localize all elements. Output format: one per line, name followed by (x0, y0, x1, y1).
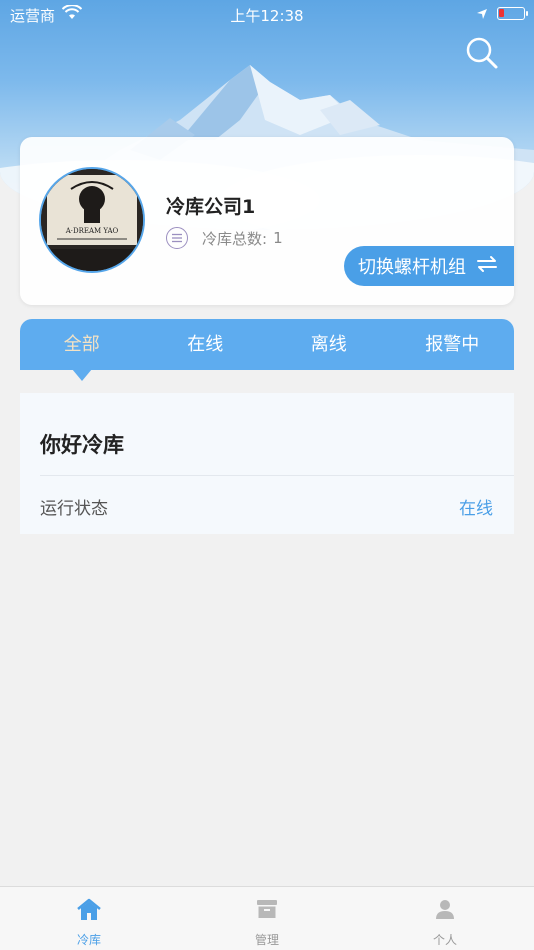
location-icon (476, 6, 488, 24)
bottom-tab-bar: 冷库 管理 个人 (0, 886, 534, 950)
storage-count-label: 冷库总数: (202, 229, 268, 248)
company-card: A·DREAM YAO 冷库公司1 冷库总数: 1 切换螺杆机组 (20, 137, 514, 305)
tabbar-label: 个人 (432, 933, 457, 947)
tabbar-label: 冷库 (76, 933, 101, 947)
avatar-image: A·DREAM YAO (41, 169, 143, 271)
list-icon (166, 227, 188, 249)
tabbar-item-personal[interactable]: 个人 (356, 887, 534, 950)
archive-icon (255, 897, 279, 925)
company-name: 冷库公司1 (166, 196, 256, 218)
switch-unit-button[interactable]: 切换螺杆机组 (344, 246, 514, 286)
tabbar-item-cold-storage[interactable]: 冷库 (0, 887, 178, 950)
divider (40, 475, 514, 476)
person-icon (433, 897, 457, 925)
tab-all[interactable]: 全部 (20, 319, 144, 370)
avatar-text: A·DREAM YAO (65, 227, 119, 235)
home-icon (76, 897, 102, 927)
active-tab-indicator (72, 369, 92, 381)
clock: 上午12:38 (230, 7, 304, 25)
search-button[interactable] (462, 34, 502, 74)
search-icon (466, 37, 498, 69)
run-status-label: 运行状态 (40, 499, 108, 519)
tabbar-item-manage[interactable]: 管理 (178, 887, 356, 950)
battery-icon (497, 7, 528, 20)
cold-storage-card[interactable]: 你好冷库 运行状态 在线 (20, 393, 514, 534)
storage-count-value: 1 (273, 229, 283, 247)
swap-icon (476, 255, 498, 278)
switch-unit-label: 切换螺杆机组 (358, 257, 466, 278)
tab-offline[interactable]: 离线 (267, 319, 391, 370)
tab-alarm[interactable]: 报警中 (391, 319, 515, 370)
filter-tabs: 全部 在线 离线 报警中 (20, 319, 514, 370)
status-bar: 运营商 上午12:38 (0, 0, 534, 28)
tab-online[interactable]: 在线 (144, 319, 268, 370)
tabbar-label: 管理 (254, 933, 279, 947)
cold-storage-name: 你好冷库 (40, 433, 124, 457)
storage-count-row: 冷库总数: 1 (166, 227, 283, 249)
run-status-value: 在线 (459, 499, 493, 519)
avatar[interactable]: A·DREAM YAO (39, 167, 145, 273)
